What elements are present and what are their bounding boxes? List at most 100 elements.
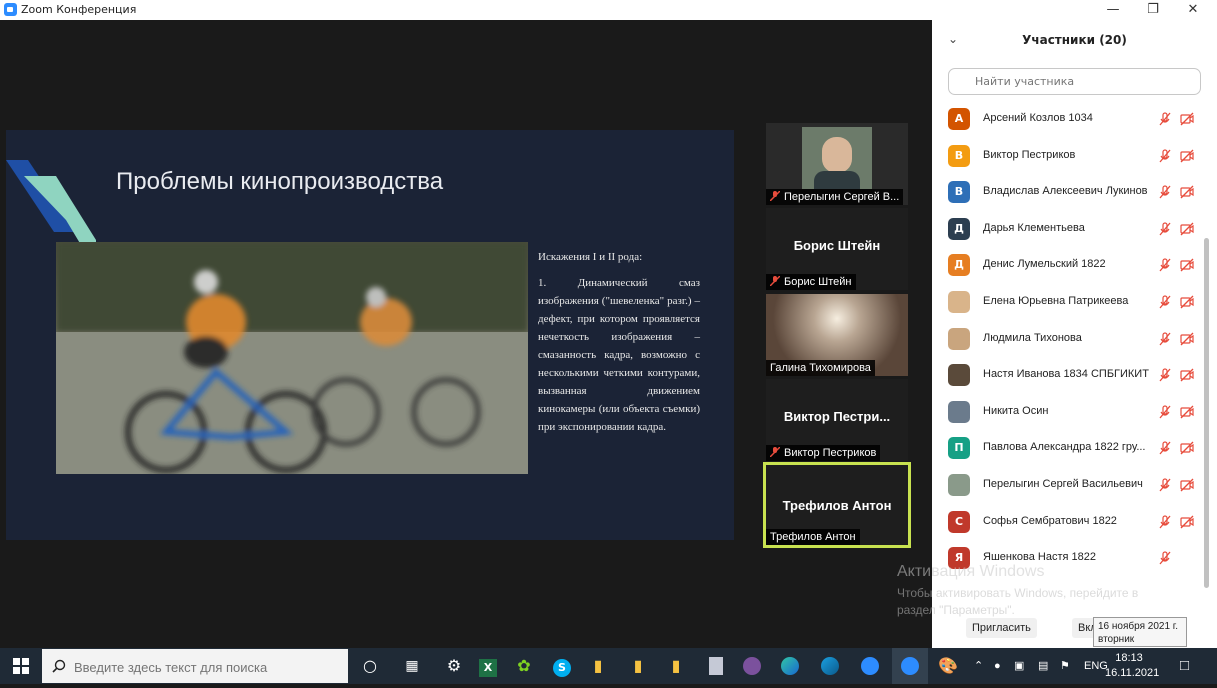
clock-date: 16.11.2021 xyxy=(1105,667,1160,679)
notifications-icon[interactable]: □ xyxy=(1180,648,1189,684)
calculator-icon[interactable] xyxy=(698,648,734,684)
mic-muted-icon[interactable] xyxy=(1158,514,1172,529)
participant-row[interactable]: Д Денис Лумельский 1822 xyxy=(932,246,1200,282)
zoom-active-icon[interactable] xyxy=(892,648,928,684)
tile-name: Галина Тихомирова xyxy=(766,360,875,376)
video-off-icon[interactable] xyxy=(1180,368,1194,382)
participant-row[interactable]: Д Дарья Клементьева xyxy=(932,210,1200,246)
invite-button[interactable]: Пригласить xyxy=(966,618,1037,638)
participant-row[interactable]: Людмила Тихонова xyxy=(932,320,1200,356)
video-off-icon[interactable] xyxy=(1180,295,1194,309)
avatar xyxy=(802,127,872,189)
date-tooltip: 16 ноября 2021 г. вторник xyxy=(1093,617,1187,647)
mic-muted-icon xyxy=(770,447,780,457)
participant-row[interactable]: С Софья Сембратович 1822 xyxy=(932,503,1200,539)
video-off-icon[interactable] xyxy=(1180,441,1194,455)
video-off-icon[interactable] xyxy=(1180,185,1194,199)
video-tile[interactable]: Борис Штейн Борис Штейн xyxy=(766,208,908,290)
video-off-icon[interactable] xyxy=(1180,112,1194,126)
avatar xyxy=(948,364,970,387)
participant-row[interactable]: В Виктор Пестриков xyxy=(932,137,1200,173)
video-off-icon[interactable] xyxy=(1180,478,1194,492)
cyclists-photo xyxy=(56,242,528,474)
video-off-icon[interactable] xyxy=(1180,332,1194,346)
usb-icon[interactable]: ▣ xyxy=(1014,648,1024,684)
excel-icon[interactable]: X xyxy=(470,648,506,684)
icq-icon[interactable]: ✿ xyxy=(506,648,542,684)
windows-logo-icon xyxy=(13,658,29,674)
zoom-icon[interactable] xyxy=(852,648,888,684)
mic-muted-icon[interactable] xyxy=(1158,112,1172,126)
video-tile[interactable]: Виктор Пестри... Виктор Пестриков xyxy=(766,379,908,461)
task-view-icon[interactable]: ▦ xyxy=(394,648,430,684)
avatar: Д xyxy=(948,217,970,240)
participant-name: Яшенкова Настя 1822 xyxy=(983,551,1096,564)
taskbar-search-input[interactable] xyxy=(72,657,346,677)
folder-icon[interactable]: ▮ xyxy=(658,648,694,684)
avatar xyxy=(948,474,970,496)
mic-muted-icon[interactable] xyxy=(1158,551,1172,565)
participant-name: Дарья Клементьева xyxy=(983,221,1085,234)
slide-decoration-icon xyxy=(6,160,96,242)
video-off-icon[interactable] xyxy=(1180,258,1194,272)
scrollbar[interactable] xyxy=(1204,238,1209,588)
video-tile[interactable]: Галина Тихомирова xyxy=(766,294,908,376)
video-off-icon[interactable] xyxy=(1180,515,1194,529)
mic-muted-icon xyxy=(770,276,780,286)
cortana-icon[interactable]: ○ xyxy=(352,648,388,684)
tray-chevron-icon[interactable]: ⌃ xyxy=(974,648,983,684)
mic-muted-icon[interactable] xyxy=(1158,295,1172,309)
participants-panel: ⌄ Участники (20) ААрсений Козлов 1034ВВи… xyxy=(932,20,1217,648)
mic-muted-icon[interactable] xyxy=(1158,441,1172,455)
mic-muted-icon[interactable] xyxy=(1158,148,1172,163)
mic-muted-icon[interactable] xyxy=(1158,331,1172,346)
edge-beta-icon[interactable] xyxy=(812,648,848,684)
paint-icon[interactable]: 🎨 xyxy=(930,648,966,684)
settings-gear-icon[interactable]: ⚙ xyxy=(436,648,472,684)
video-off-icon[interactable] xyxy=(1180,222,1194,236)
panel-title: Участники (20) xyxy=(1022,33,1127,47)
skype-icon[interactable]: S xyxy=(544,648,580,684)
mic-muted-icon[interactable] xyxy=(1158,185,1172,199)
video-off-icon[interactable] xyxy=(1180,149,1194,163)
mic-muted-icon[interactable] xyxy=(1158,368,1172,382)
clock-time: 18:13 xyxy=(1115,652,1143,664)
shared-slide: Проблемы кинопроизводства Искажения I и … xyxy=(6,130,734,540)
participant-row[interactable]: В Владислав Алексеевич Лукинов xyxy=(932,173,1200,209)
clock[interactable]: 18:13 16.11.2021 xyxy=(1105,651,1160,681)
avatar: П xyxy=(948,437,970,460)
participant-row[interactable]: Настя Иванова 1834 СПБГИКИТ xyxy=(932,356,1200,392)
participant-name: Софья Сембратович 1822 xyxy=(983,514,1117,527)
active-speaker-tile[interactable]: Трефилов Антон Трефилов Антон xyxy=(763,462,911,548)
participant-row[interactable]: Елена Юрьевна Патрикеева xyxy=(932,283,1200,319)
mic-muted-icon[interactable] xyxy=(1158,478,1172,492)
participant-name: Елена Юрьевна Патрикеева xyxy=(983,295,1129,307)
avatar: Д xyxy=(948,254,970,277)
avatar xyxy=(948,291,970,313)
taskbar-search[interactable] xyxy=(42,649,348,683)
video-off-icon[interactable] xyxy=(1180,405,1194,419)
network-icon[interactable]: ▤ xyxy=(1038,648,1048,684)
folder-icon[interactable]: ▮ xyxy=(620,648,656,684)
edge-icon[interactable] xyxy=(772,648,808,684)
video-tile[interactable]: Перелыгин Сергей В... xyxy=(766,123,908,205)
mic-muted-icon[interactable] xyxy=(1158,405,1172,419)
microphone-icon[interactable]: ● xyxy=(994,648,1001,684)
tile-display-name: Виктор Пестри... xyxy=(783,409,891,424)
participant-row[interactable]: А Арсений Козлов 1034 xyxy=(932,100,1200,136)
close-button[interactable]: ✕ xyxy=(1180,1,1206,19)
participant-row[interactable]: Никита Осин xyxy=(932,393,1200,429)
tile-display-name: Трефилов Антон xyxy=(782,498,892,513)
viber-icon[interactable] xyxy=(734,648,770,684)
mic-muted-icon[interactable] xyxy=(1158,222,1172,236)
participant-name: Денис Лумельский 1822 xyxy=(983,258,1106,271)
folder-icon[interactable]: ▮ xyxy=(580,648,616,684)
minimize-button[interactable]: — xyxy=(1100,1,1126,19)
restore-button[interactable]: ❐ xyxy=(1140,1,1166,19)
participant-search-input[interactable] xyxy=(948,68,1201,95)
participant-row[interactable]: П Павлова Александра 1822 гру... xyxy=(932,429,1200,465)
flag-icon[interactable]: ⚑ xyxy=(1060,648,1070,684)
start-button[interactable] xyxy=(3,648,39,684)
participant-row[interactable]: Перелыгин Сергей Васильевич xyxy=(932,466,1200,502)
mic-muted-icon[interactable] xyxy=(1158,258,1172,272)
